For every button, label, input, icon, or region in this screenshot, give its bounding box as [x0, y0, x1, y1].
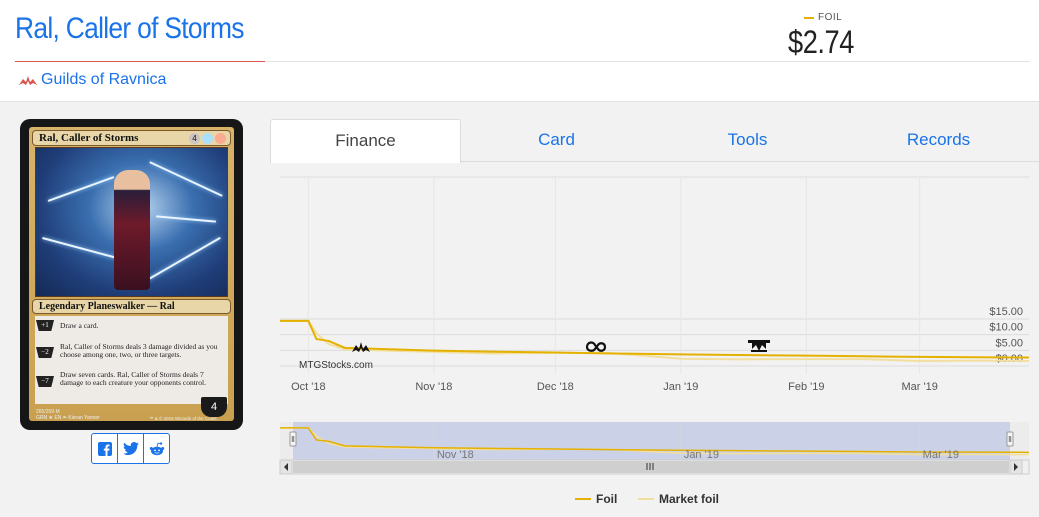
set-link-row[interactable]: Guilds of Ravnica [18, 71, 166, 89]
chart-watermark: MTGStocks.com [299, 360, 373, 371]
title-underline [15, 61, 265, 62]
legend-label: Market foil [659, 492, 719, 506]
foil-price: $2.74 [788, 24, 854, 60]
foil-price-box: FOIL $2.74 [788, 10, 868, 60]
card-header: Ral, Caller of Storms FOIL $2.74 Guilds … [0, 0, 1039, 100]
legend-label: Foil [596, 492, 617, 506]
y-tick-label: $10.00 [989, 322, 1023, 334]
legend-item-market-foil[interactable]: Market foil [638, 492, 719, 506]
x-tick-label: Nov '18 [415, 381, 452, 393]
content-area: Ral, Caller of Storms 4 Legendary Planes… [0, 101, 1039, 517]
header-divider [265, 61, 1030, 62]
foil-label-row: FOIL [804, 12, 842, 23]
foil-swatch [804, 16, 814, 19]
page: Ral, Caller of Storms FOIL $2.74 Guilds … [0, 0, 1039, 517]
navigator-left-handle[interactable] [289, 431, 297, 447]
x-tick-label: Dec '18 [537, 381, 574, 393]
chart-legend: Foil Market foil [575, 492, 719, 506]
navigator-label: Nov '18 [437, 449, 474, 461]
navigator-label: Mar '19 [923, 449, 959, 461]
x-tick-label: Feb '19 [788, 381, 824, 393]
navigator-label: Jan '19 [684, 449, 719, 461]
x-tick-label: Mar '19 [902, 381, 938, 393]
scrollbar-thumb[interactable] [293, 461, 1009, 473]
y-tick-label: $5.00 [995, 337, 1023, 349]
x-tick-label: Oct '18 [291, 381, 326, 393]
legend-item-foil[interactable]: Foil [575, 492, 617, 506]
foil-label: FOIL [818, 12, 843, 23]
page-title: Ral, Caller of Storms [15, 12, 244, 45]
set-link[interactable]: Guilds of Ravnica [41, 71, 166, 89]
navigator-right-handle[interactable] [1006, 431, 1014, 447]
guild-set-icon [19, 76, 37, 85]
price-chart: $0.00 $5.00 $10.00 $15.00 Oct '18 Nov '18 Dec… [279, 169, 1030, 506]
x-tick-label: Jan '19 [663, 381, 698, 393]
chart-scrollbar[interactable] [279, 459, 1030, 475]
y-tick-label: $15.00 [989, 306, 1023, 318]
chart-navigator[interactable]: Nov '18 Jan '19 Mar '19 [280, 422, 1030, 461]
y-tick-label: $0.00 [995, 353, 1023, 365]
